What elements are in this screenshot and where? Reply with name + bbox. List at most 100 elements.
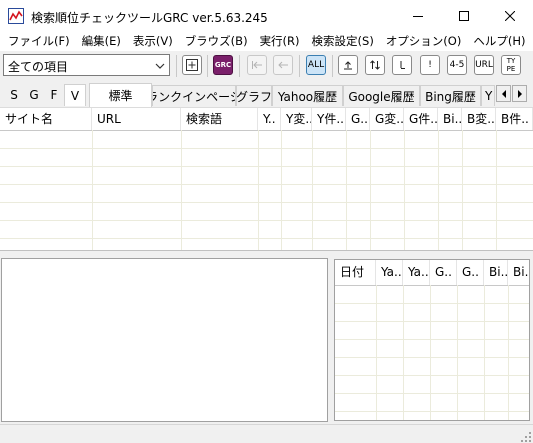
column-header-yahoo-1[interactable]: Ya.. [376,260,403,285]
history-table[interactable]: 日付 Ya.. Ya.. G.. G.. Bi.. Bi.. [334,259,530,421]
grid-line [312,130,313,250]
column-header-site-name[interactable]: サイト名 [0,108,92,130]
menu-browse[interactable]: ブラウズ(B) [179,31,254,51]
grid-line [496,130,497,250]
maximize-button[interactable] [441,0,487,31]
header-divider [335,285,529,286]
results-table[interactable]: サイト名 URL 検索語 Y.. Y変.. Y件.. G.. G変.. G件..… [0,107,533,250]
tab-standard[interactable]: 標準 [89,83,152,107]
range-filter-button[interactable]: 4-5 [447,55,467,75]
url-filter-button[interactable]: URL [474,55,494,75]
grid-line [335,321,529,322]
menu-help[interactable]: ヘルプ(H) [467,31,531,51]
column-header-google-2[interactable]: G.. [457,260,484,285]
tab-graph[interactable]: グラフ [236,85,272,106]
close-button[interactable] [487,0,533,31]
grid-line [335,375,529,376]
grid-line [438,130,439,250]
resize-grip-icon[interactable] [521,431,531,442]
grid-line [181,130,182,250]
menu-search-settings[interactable]: 検索設定(S) [306,31,380,51]
minimize-button[interactable] [395,0,441,31]
first-page-button[interactable] [247,55,267,75]
toolbar-separator [207,55,208,77]
column-header-google-1[interactable]: G.. [430,260,457,285]
column-header-url[interactable]: URL [92,108,181,130]
grid-line [0,202,533,203]
tab-row: S G F V 標準 ランクインページ グラフ Yahoo履歴 Google履歴… [0,82,533,107]
rank-down-button[interactable] [392,55,412,75]
column-header-yahoo-rank[interactable]: Y.. [258,108,281,130]
menu-run[interactable]: 実行(R) [254,31,306,51]
column-header-google-count[interactable]: G件.. [404,108,438,130]
add-button[interactable] [182,55,202,75]
grid-line [335,303,529,304]
grid-line [376,285,377,420]
column-header-bing-1[interactable]: Bi.. [484,260,508,285]
column-header-yahoo-change[interactable]: Y変.. [281,108,312,130]
title-bar: 検索順位チェックツールGRC ver.5.63.245 [0,0,533,31]
window-title: 検索順位チェックツールGRC ver.5.63.245 [31,11,268,25]
back-button[interactable] [273,55,293,75]
alert-filter-button[interactable]: ! [420,55,440,75]
grid-line [0,148,533,149]
menu-view[interactable]: 表示(V) [127,31,179,51]
rank-updown-button[interactable] [365,55,385,75]
grid-line [335,411,529,412]
grid-line [92,130,93,250]
grid-line [335,339,529,340]
column-header-keyword[interactable]: 検索語 [181,108,258,130]
status-bar [0,424,533,443]
view-tab-s[interactable]: S [6,85,22,105]
pane-splitter[interactable] [0,250,533,258]
column-header-yahoo-count[interactable]: Y件.. [312,108,346,130]
detail-pane[interactable] [1,258,328,422]
view-tab-g[interactable]: G [25,85,43,105]
grid-line [335,393,529,394]
toolbar-separator [239,55,240,77]
grid-line [457,285,458,420]
tab-rank-in-page[interactable]: ランクインページ [152,85,236,106]
grid-line [0,220,533,221]
grc-button[interactable]: GRC [213,55,233,75]
type-filter-button[interactable]: TY PE [501,55,521,75]
column-header-bing-rank[interactable]: Bi.. [438,108,462,130]
grid-line [0,184,533,185]
grid-line [346,130,347,250]
tab-bing-history[interactable]: Bing履歴 [420,85,481,106]
grid-line [258,130,259,250]
app-icon [8,8,24,24]
grid-line [281,130,282,250]
rank-up-button[interactable] [338,55,358,75]
grid-line [403,285,404,420]
grid-line [0,166,533,167]
column-header-bing-count[interactable]: B件.. [496,108,533,130]
menu-bar: ファイル(F) 編集(E) 表示(V) ブラウズ(B) 実行(R) 検索設定(S… [0,31,533,51]
column-header-yahoo-2[interactable]: Ya.. [403,260,430,285]
toolbar-separator [332,55,333,77]
column-header-google-rank[interactable]: G.. [346,108,370,130]
all-filter-button[interactable]: ALL [306,55,326,75]
filter-value: 全ての項目 [8,60,69,74]
grid-line [335,357,529,358]
menu-edit[interactable]: 編集(E) [76,31,127,51]
column-header-date[interactable]: 日付 [335,260,376,285]
tab-google-history[interactable]: Google履歴 [343,85,420,106]
view-tab-v[interactable]: V [64,84,86,106]
column-header-bing-2[interactable]: Bi.. [508,260,529,285]
view-tab-f[interactable]: F [45,85,63,105]
column-header-bing-change[interactable]: B変.. [462,108,496,130]
tab-scroll-right-button[interactable] [512,85,527,102]
tab-yahoo-history[interactable]: Yahoo履歴 [272,85,343,106]
menu-options[interactable]: オプション(O) [380,31,468,51]
column-header-google-change[interactable]: G変.. [370,108,404,130]
grid-line [430,285,431,420]
tab-scroll-left-button[interactable] [496,85,511,102]
menu-file[interactable]: ファイル(F) [2,31,76,51]
grid-line [508,285,509,420]
toolbar-separator [299,55,300,77]
tab-overflow[interactable]: Y [481,85,495,106]
filter-dropdown[interactable]: 全ての項目 [3,54,170,76]
chevron-down-icon [155,60,165,74]
grid-line [462,130,463,250]
